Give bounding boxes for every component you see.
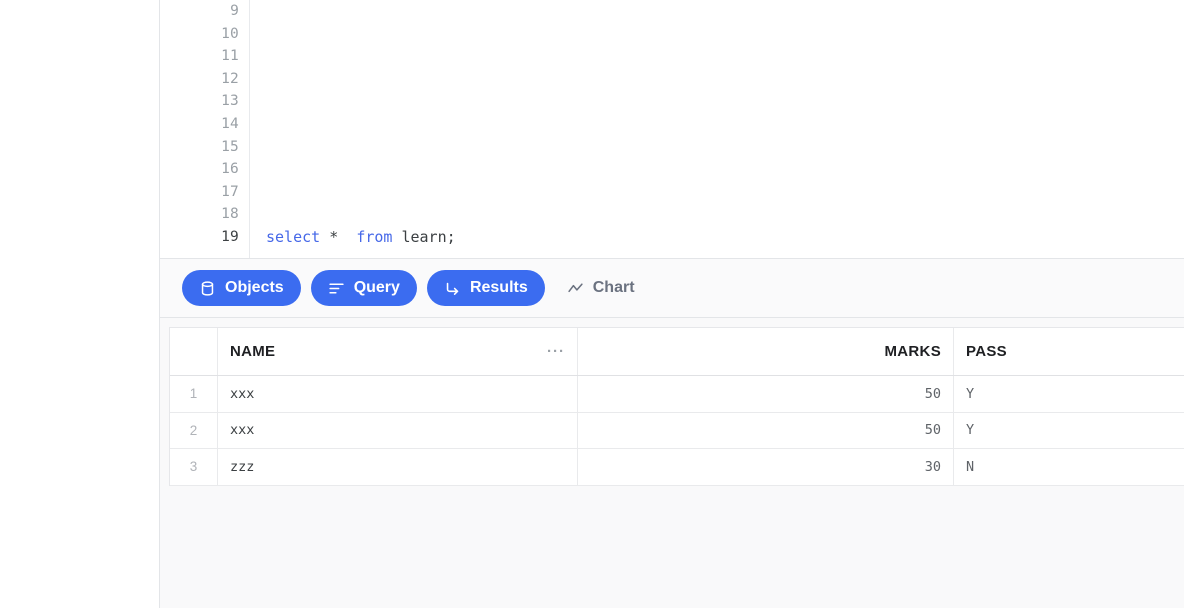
code-line[interactable] (266, 90, 1184, 113)
sql-workbench: 9 10 11 12 13 14 15 16 17 18 19 select * from lear… (0, 0, 1184, 608)
cell-marks[interactable]: 30 (578, 449, 954, 485)
sql-token-keyword: select (266, 227, 321, 246)
code-line[interactable] (266, 0, 1184, 23)
tab-label: Objects (225, 279, 284, 296)
line-number: 14 (221, 115, 239, 132)
cell-name[interactable]: xxx (218, 412, 578, 448)
tab-label: Query (353, 279, 400, 296)
code-line[interactable] (266, 45, 1184, 68)
column-header-name[interactable]: NAME ··· (218, 328, 578, 375)
cell-marks[interactable]: 50 (578, 412, 954, 448)
cell-rownum: 1 (170, 376, 218, 412)
database-icon (199, 280, 216, 297)
code-line[interactable]: select * from learn; (266, 226, 1184, 249)
table-header-row: NAME ··· MARKS PASS (170, 328, 1184, 376)
line-number: 18 (221, 206, 239, 223)
cell-marks[interactable]: 50 (578, 376, 954, 412)
sql-editor[interactable]: 9 10 11 12 13 14 15 16 17 18 19 select * from lear… (160, 0, 1184, 258)
line-number: 13 (221, 93, 239, 110)
table-body: 1 xxx 50 Y 2 xxx 50 Y 3 zzz 30 N (170, 376, 1184, 486)
code-line[interactable] (266, 136, 1184, 159)
code-line[interactable] (266, 68, 1184, 91)
tab-results[interactable]: Results (426, 270, 545, 306)
table-row[interactable]: 2 xxx 50 Y (170, 412, 1184, 449)
line-number: 16 (221, 161, 239, 178)
sql-token-plain: learn; (392, 227, 456, 246)
line-number: 15 (221, 138, 239, 155)
column-header-rownum (170, 328, 218, 375)
tab-chart[interactable]: Chart (555, 270, 647, 306)
column-header-name-label: NAME (230, 343, 276, 360)
cell-pass[interactable]: Y (954, 412, 1184, 448)
cell-name[interactable]: xxx (218, 376, 578, 412)
line-number: 17 (221, 183, 239, 200)
code-line[interactable] (266, 181, 1184, 204)
align-left-icon (328, 280, 345, 297)
line-number: 19 (221, 228, 239, 245)
line-number: 11 (221, 48, 239, 65)
editor-code-area[interactable]: select * from learn; (250, 0, 1184, 258)
main-content-pane: 9 10 11 12 13 14 15 16 17 18 19 select * from lear… (160, 0, 1184, 608)
table-row[interactable]: 3 zzz 30 N (170, 449, 1184, 486)
arrow-turn-down-right-icon (444, 280, 461, 297)
cell-rownum: 3 (170, 449, 218, 485)
results-table: NAME ··· MARKS PASS 1 xxx 50 Y 2 xxx 50 Y 3 zzz 30… (169, 327, 1184, 486)
code-line[interactable] (266, 23, 1184, 46)
line-chart-icon (567, 280, 584, 297)
results-panel: NAME ··· MARKS PASS 1 xxx 50 Y 2 xxx 50 Y 3 zzz 30… (160, 318, 1184, 608)
table-row[interactable]: 1 xxx 50 Y (170, 376, 1184, 413)
code-line[interactable] (266, 203, 1184, 226)
cell-pass[interactable]: N (954, 449, 1184, 485)
sql-token-keyword: from (356, 227, 393, 246)
line-number: 12 (221, 70, 239, 87)
column-header-marks[interactable]: MARKS (578, 328, 954, 375)
code-line[interactable] (266, 113, 1184, 136)
cell-rownum: 2 (170, 412, 218, 448)
tab-label: Chart (592, 279, 635, 296)
column-header-pass[interactable]: PASS (954, 328, 1184, 375)
tab-label: Results (469, 279, 528, 296)
line-number: 9 (230, 3, 239, 19)
editor-line-number-gutter: 9 10 11 12 13 14 15 16 17 18 19 (160, 0, 250, 258)
tab-objects[interactable]: Objects (182, 270, 301, 306)
code-line[interactable] (266, 158, 1184, 181)
left-sidebar-pane (0, 0, 160, 608)
column-menu-icon[interactable]: ··· (547, 344, 565, 359)
results-tab-bar: Objects Query Results Chart (160, 258, 1184, 318)
cell-name[interactable]: zzz (218, 449, 578, 485)
sql-token-plain: * (320, 227, 357, 246)
line-number: 10 (221, 25, 239, 42)
tab-query[interactable]: Query (310, 270, 417, 306)
cell-pass[interactable]: Y (954, 376, 1184, 412)
